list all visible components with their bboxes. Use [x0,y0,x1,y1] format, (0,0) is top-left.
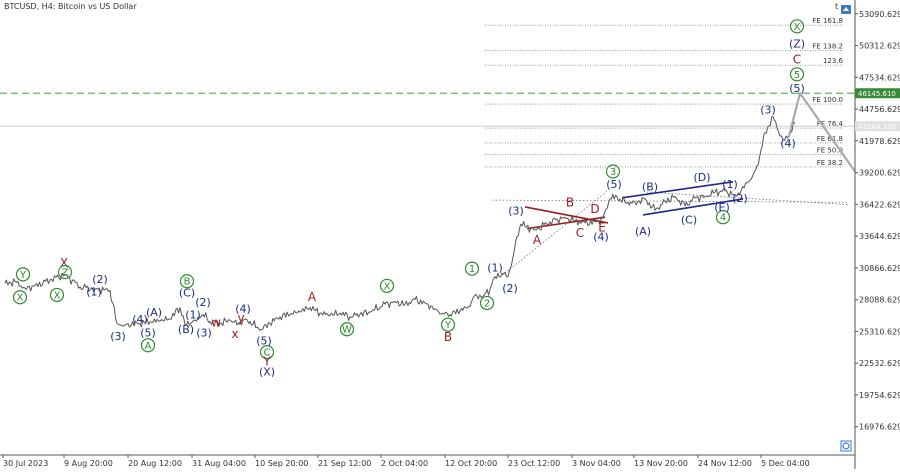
wave-label: (3) [196,327,212,340]
price-tick-label: 36422.629 [859,200,900,209]
fib-level-label: FE 38.2 [817,159,843,167]
wave-label: X [794,22,801,33]
price-tick-label: 33644.629 [859,232,900,241]
bottom-right-icon[interactable] [840,440,852,452]
price-tick-label: 47534.629 [859,73,900,82]
wave-label: W [342,325,352,336]
wave-label: X [17,293,24,304]
chart-title: BTCUSD, H4: Bitcoin vs US Dollar [4,2,137,11]
wave-label: w [211,315,221,329]
wave-label: (B) [178,323,194,336]
wave-label: (1) [487,262,503,275]
wave-label: C [576,226,584,240]
top-right-icon[interactable] [841,5,851,14]
btc-h4-chart: BTCUSD, H4: Bitcoin vs US Dollar t FE 16… [0,0,900,469]
price-tick-label: 50312.629 [859,42,900,51]
wave-label: (2) [195,296,211,309]
time-tick-label: 23 Oct 12:00 [508,459,560,468]
wave-label: X [54,290,61,301]
wave-label: (C) [179,287,195,300]
chart-background [0,0,900,469]
wave-label: (B) [642,180,658,193]
time-tick-label: 20 Aug 12:00 [128,459,182,468]
wave-label: x [231,327,238,341]
wave-label: 1 [469,264,475,275]
time-tick-label: 5 Dec 04:00 [761,459,810,468]
wave-label: (D) [693,171,710,184]
time-tick-label: 3 Nov 04:00 [572,459,621,468]
wave-label: A [308,290,317,304]
wave-label: Z [62,268,69,279]
wave-label: (5) [606,178,622,191]
wave-label: X [384,281,391,292]
price-tick-label: 19754.629 [859,391,900,400]
wave-label: D [590,202,599,216]
wave-label: (A) [146,306,162,319]
time-tick-label: 31 Aug 04:00 [192,459,246,468]
fib-level-label: FE 161.8 [812,17,843,25]
price-tick-label: 41978.629 [859,137,900,146]
top-right-glyph: t [835,2,838,11]
wave-label: 3 [610,167,616,178]
wave-label: Y [19,270,27,281]
time-tick-label: 2 Oct 04:00 [381,459,428,468]
wave-label: B [444,330,452,344]
time-tick-label: 13 Nov 20:00 [634,459,688,468]
wave-label: C [793,52,801,66]
wave-label: (1) [185,308,201,321]
wave-label: (4) [780,137,796,150]
wave-label: (A) [635,225,651,238]
wave-label: (5) [140,327,156,340]
price-tick-label: 53090.629 [859,10,900,19]
fib-level-label: 123.6 [823,57,844,65]
wave-label: (3) [508,204,524,217]
wave-label: (2) [502,282,518,295]
time-tick-label: 21 Sep 12:00 [318,459,371,468]
price-tick-label: 44756.629 [859,105,900,114]
wave-label: (3) [110,330,126,343]
wave-label: (1) [86,286,102,299]
time-tick-label: 10 Sep 20:00 [255,459,308,468]
wave-label: B [566,195,574,209]
target-price-tag: 46145.610 [858,90,896,98]
wave-label: (4) [235,303,251,316]
wave-label: (3) [760,104,776,117]
wave-label: A [533,233,542,247]
time-tick-label: 9 Aug 20:00 [64,459,113,468]
price-tick-label: 25310.629 [859,327,900,336]
wave-label: 4 [720,213,726,224]
wave-label: (1) [722,178,738,191]
price-tick-label: 30866.629 [859,264,900,273]
fib-level-label: FE 100.0 [812,96,843,104]
wave-label: (X) [259,366,275,379]
price-tick-label: 16976.629 [859,423,900,432]
price-tick-label: 22532.629 [859,359,900,368]
wave-label: (4) [593,231,609,244]
wave-label: 5 [794,70,800,81]
fib-level-label: FE 138.2 [812,42,843,50]
wave-label: (C) [681,213,697,226]
time-tick-label: 30 Jul 2023 [3,459,48,468]
wave-label: A [145,341,152,352]
wave-label: (Z) [789,37,805,50]
wave-label: (2) [92,273,108,286]
current-price-tag: 43264.330 [858,123,896,131]
wave-label: (5) [789,82,805,95]
time-tick-label: 24 Nov 12:00 [698,459,752,468]
price-tick-label: 39200.629 [859,169,900,178]
price-tick-label: 28088.629 [859,296,900,305]
time-tick-label: 12 Oct 20:00 [445,459,497,468]
wave-label: (2) [732,192,748,205]
wave-label: 2 [484,298,490,309]
chart-root: BTCUSD, H4: Bitcoin vs US Dollar t FE 16… [0,0,900,469]
